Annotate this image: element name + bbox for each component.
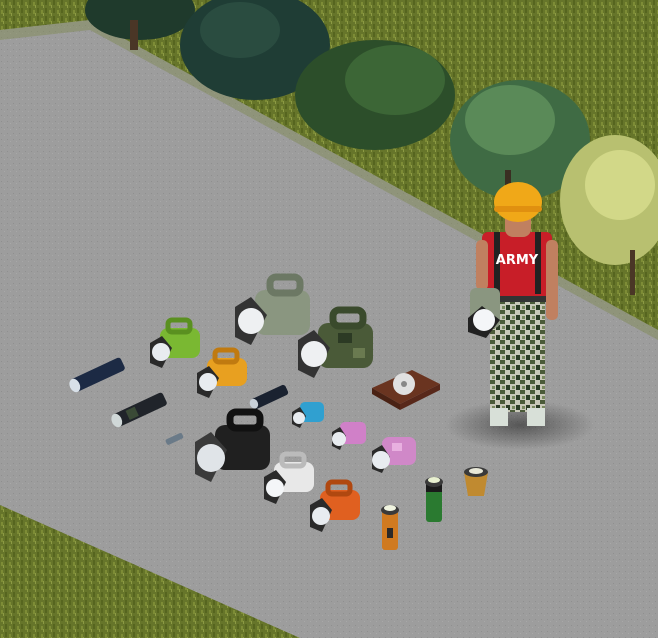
candle-lantern[interactable]: [464, 467, 488, 496]
game-scene: ARMY: [0, 0, 658, 638]
game-world-canvas[interactable]: ARMY: [0, 0, 658, 638]
torch-orange[interactable]: [381, 505, 399, 550]
hard-hat: [494, 182, 542, 222]
shirt-label: ARMY: [496, 253, 539, 268]
torch-green[interactable]: [425, 477, 443, 522]
